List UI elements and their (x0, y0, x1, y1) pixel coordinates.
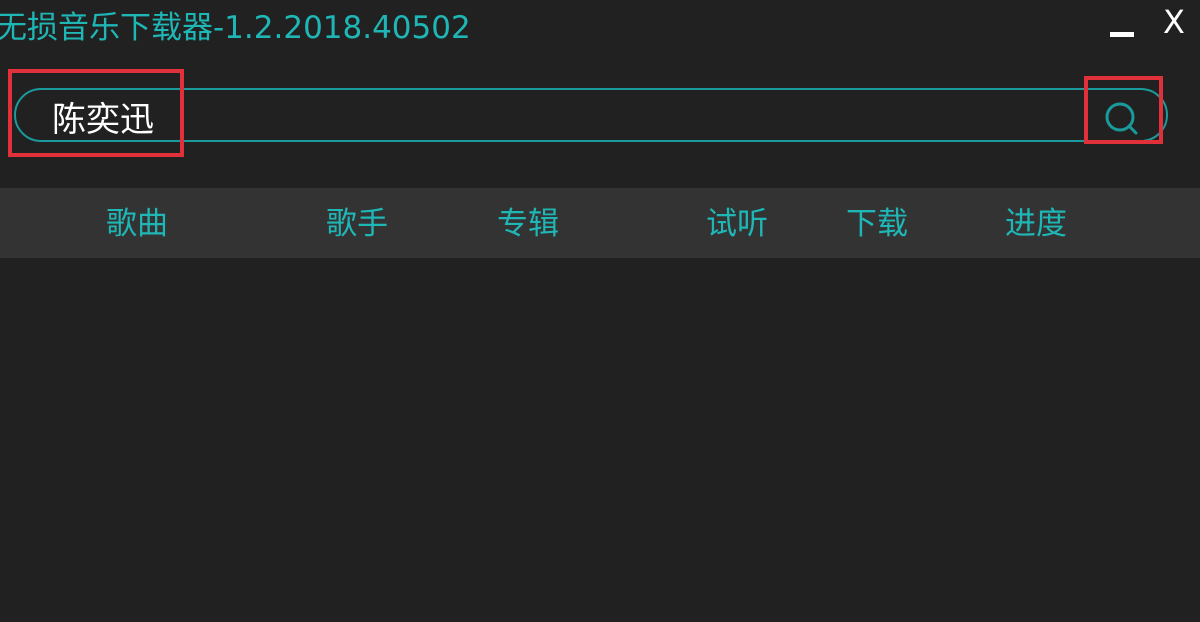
column-header-bar: 歌曲 歌手 专辑 试听 下载 进度 (0, 188, 1200, 258)
search-input[interactable] (52, 94, 1082, 138)
column-song[interactable]: 歌曲 (106, 188, 168, 258)
minimize-button[interactable] (1108, 14, 1136, 44)
app-window: 无损音乐下载器-1.2.2018.40502 X 歌曲 歌手 专辑 试听 下载 … (0, 0, 1200, 622)
column-progress[interactable]: 进度 (1005, 188, 1067, 258)
column-download[interactable]: 下载 (846, 188, 908, 258)
results-list (0, 258, 1200, 622)
window-title: 无损音乐下载器-1.2.2018.40502 (0, 10, 471, 46)
minimize-icon (1110, 32, 1134, 37)
search-button[interactable] (1098, 96, 1144, 142)
column-preview[interactable]: 试听 (706, 188, 768, 258)
column-album[interactable]: 专辑 (497, 188, 559, 258)
search-box (14, 88, 1168, 142)
close-button[interactable]: X (1156, 2, 1192, 42)
search-icon (1105, 102, 1138, 135)
column-artist[interactable]: 歌手 (326, 188, 388, 258)
